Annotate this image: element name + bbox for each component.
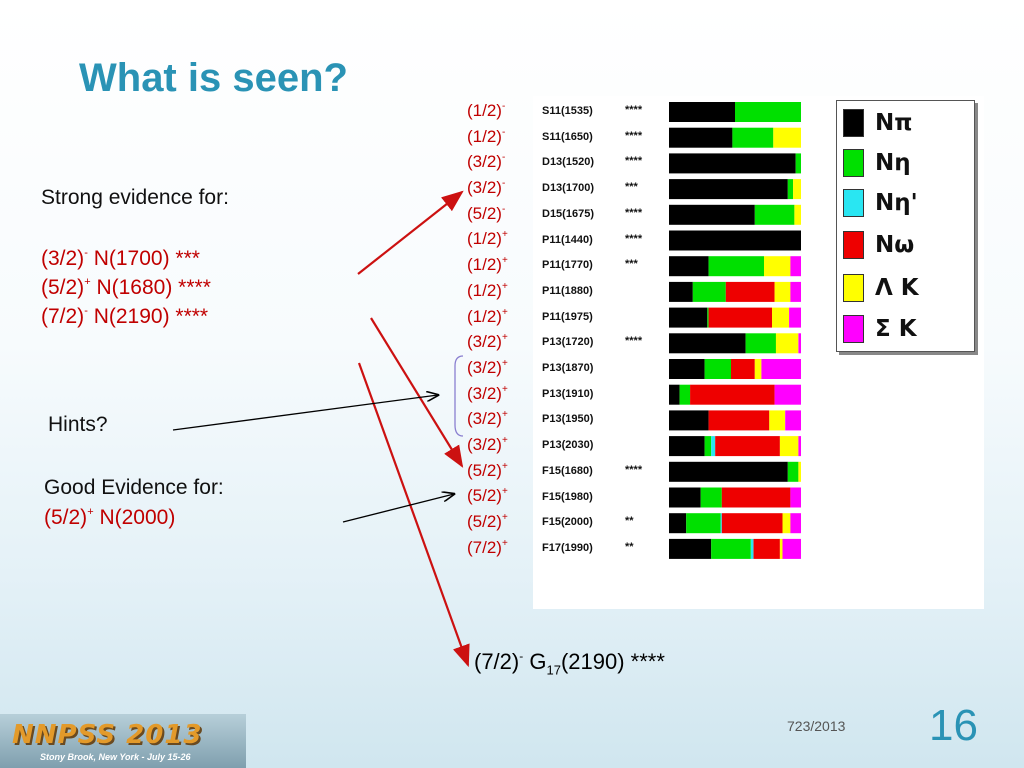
p13-bracket xyxy=(454,355,464,437)
arrow-n1680 xyxy=(370,317,464,468)
logo-subtext: Stony Brook, New York - July 15-26 xyxy=(40,752,191,762)
arrow-n2000 xyxy=(342,494,454,523)
g17-label: (7/2)- G17(2190) **** xyxy=(474,649,665,678)
arrow-n1700 xyxy=(357,190,464,275)
slide-date: 723/2013 xyxy=(787,718,846,734)
page-number: 16 xyxy=(929,701,978,750)
logo-text: NNPSS 2013 xyxy=(12,720,203,750)
arrow-hints xyxy=(172,395,438,431)
conference-logo: NNPSS 2013 Stony Brook, New York - July … xyxy=(0,714,246,768)
